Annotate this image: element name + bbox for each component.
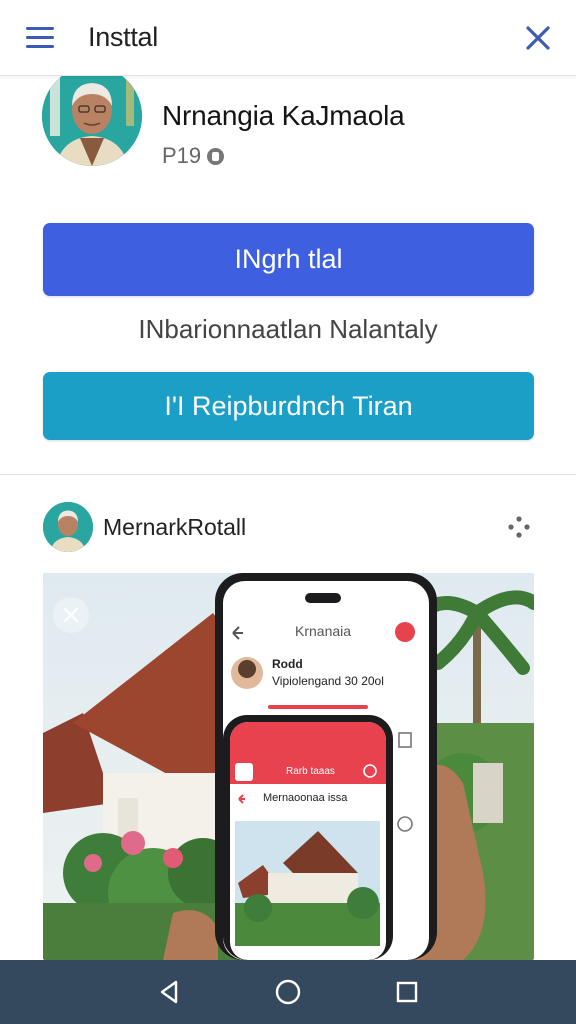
info-icon	[207, 147, 225, 165]
system-navigation-bar	[0, 960, 576, 1024]
phone-front-title: Rarb taaas	[286, 766, 335, 777]
recents-square-icon[interactable]	[387, 972, 427, 1012]
section-divider	[0, 474, 576, 475]
post-author-name[interactable]: MernarkRotall	[103, 514, 246, 541]
phone-back-item-title: Rodd	[272, 657, 303, 671]
section-subtitle: INbarionnaatlan Nalantaly	[138, 314, 438, 344]
top-app-bar: Insttal	[0, 0, 576, 76]
back-triangle-icon[interactable]	[149, 972, 189, 1012]
profile-meta: P19	[162, 143, 225, 169]
hamburger-menu-icon[interactable]	[26, 27, 54, 49]
post-author-avatar[interactable]	[43, 502, 93, 552]
phone-front-mockup	[223, 715, 393, 960]
secondary-action-button[interactable]: I'I Reipburdnch Tiran	[43, 372, 534, 440]
profile-meta-text: P19	[162, 143, 202, 168]
phone-back-title: Krnanaia	[295, 623, 352, 639]
more-options-icon[interactable]	[506, 514, 532, 540]
close-circle-icon[interactable]	[52, 596, 90, 634]
profile-avatar[interactable]	[42, 66, 142, 166]
close-icon[interactable]	[522, 22, 554, 54]
page-title: Insttal	[88, 22, 158, 52]
post-image[interactable]: Krnanaia Rodd Vipiolengand 30 20ol Rarb …	[43, 573, 534, 960]
phone-back-item-subtitle: Vipiolengand 30 20ol	[272, 674, 384, 688]
home-circle-icon[interactable]	[268, 972, 308, 1012]
profile-name: Nrnangia KaJmaola	[162, 100, 405, 131]
primary-action-button[interactable]: INgrh tlal	[43, 223, 534, 296]
phone-front-row-title: Mernaoonaa issa	[263, 792, 348, 804]
